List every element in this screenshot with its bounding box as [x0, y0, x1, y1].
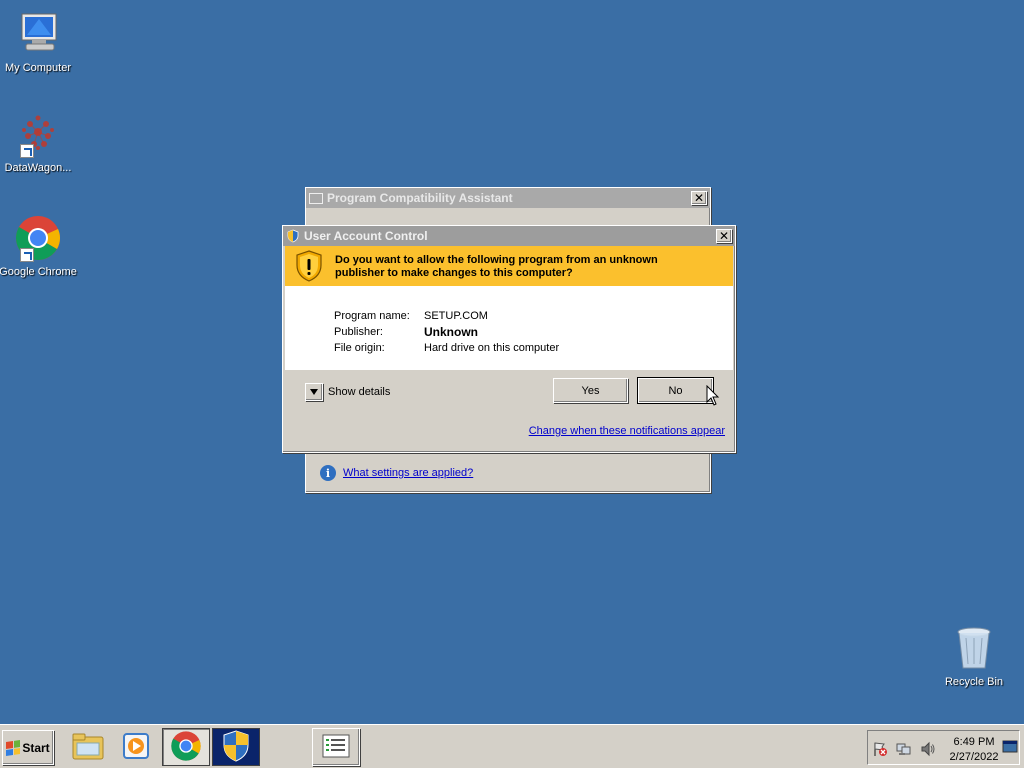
- system-tray: 6:49 PM 2/27/2022: [867, 730, 1020, 765]
- folder-icon: [71, 731, 105, 764]
- recycle-bin-icon: [950, 624, 998, 672]
- taskbar-media-player[interactable]: [112, 728, 160, 766]
- shortcut-arrow-icon: [20, 144, 34, 158]
- show-desktop-icon[interactable]: [1002, 740, 1018, 756]
- uac-title: User Account Control: [304, 229, 428, 243]
- network-icon[interactable]: [896, 741, 912, 757]
- desktop-icon-my-computer[interactable]: My Computer: [0, 10, 78, 74]
- show-details-label: Show details: [328, 386, 391, 398]
- desktop-icon-datawagon[interactable]: DataWagon...: [0, 110, 78, 174]
- window-app-icon: [309, 192, 323, 204]
- desktop-icon-label: DataWagon...: [4, 162, 72, 174]
- what-settings-link[interactable]: What settings are applied?: [343, 467, 473, 479]
- desktop-icon-google-chrome[interactable]: Google Chrome: [0, 214, 78, 278]
- volume-icon[interactable]: [920, 741, 936, 757]
- uac-prompt-text: Do you want to allow the following progr…: [335, 254, 658, 279]
- show-details-toggle[interactable]: Show details: [305, 383, 390, 401]
- chrome-icon: [170, 730, 202, 765]
- field-label: File origin:: [334, 342, 385, 354]
- list-icon: [322, 734, 350, 761]
- pca-titlebar[interactable]: Program Compatibility Assistant ✕: [306, 188, 710, 208]
- user-account-control-dialog[interactable]: User Account Control ✕ Do you want to al…: [282, 225, 736, 453]
- pca-title: Program Compatibility Assistant: [327, 191, 513, 205]
- desktop-icon-label: Recycle Bin: [944, 676, 1004, 688]
- field-label: Publisher:: [334, 326, 383, 338]
- shield-icon: [222, 729, 250, 765]
- uac-warning-banner: Do you want to allow the following progr…: [285, 246, 733, 286]
- computer-icon: [14, 10, 62, 58]
- uac-titlebar[interactable]: User Account Control ✕: [283, 226, 735, 246]
- warning-shield-icon: [295, 250, 323, 285]
- taskbar-explorer[interactable]: [64, 728, 112, 766]
- chrome-icon: [14, 214, 62, 262]
- yes-button[interactable]: Yes: [553, 378, 628, 403]
- no-button[interactable]: No: [637, 377, 714, 404]
- start-button[interactable]: Start: [2, 730, 54, 765]
- program-name-row: Program name: SETUP.COM: [334, 308, 733, 324]
- pca-close-button[interactable]: ✕: [691, 191, 707, 205]
- publisher-row: Publisher: Unknown: [334, 324, 733, 340]
- windows-logo-icon: [6, 739, 21, 756]
- desktop-icon-recycle-bin[interactable]: Recycle Bin: [934, 624, 1014, 688]
- file-origin-value: Hard drive on this computer: [424, 342, 560, 354]
- shield-icon: [286, 229, 300, 243]
- action-center-flag-icon[interactable]: [872, 741, 888, 757]
- taskbar: Start 6:49 PM 2/27/2022: [0, 724, 1024, 768]
- info-icon: i: [320, 465, 336, 481]
- field-label: Program name:: [334, 310, 410, 322]
- datawagon-icon: [14, 110, 62, 158]
- program-name-value: SETUP.COM: [424, 310, 488, 322]
- clock[interactable]: 6:49 PM 2/27/2022: [946, 735, 1002, 765]
- file-origin-row: File origin: Hard drive on this computer: [334, 340, 733, 356]
- clock-date: 2/27/2022: [949, 751, 999, 763]
- pca-footer: i What settings are applied?: [320, 465, 473, 481]
- taskbar-chrome[interactable]: [162, 728, 210, 766]
- desktop-icon-label: My Computer: [4, 62, 72, 74]
- clock-time: 6:49 PM: [953, 736, 995, 748]
- program-info-area: Program name: SETUP.COM Publisher: Unkno…: [285, 286, 733, 370]
- mouse-cursor-icon: [706, 384, 720, 407]
- shortcut-arrow-icon: [20, 248, 34, 262]
- publisher-value: Unknown: [424, 325, 478, 339]
- desktop-icon-label: Google Chrome: [0, 266, 77, 278]
- start-label: Start: [22, 740, 50, 755]
- taskbar-uac[interactable]: [212, 728, 260, 766]
- taskbar-list-app[interactable]: [312, 728, 360, 766]
- change-notifications-link[interactable]: Change when these notifications appear: [529, 425, 725, 437]
- chevron-down-icon[interactable]: [305, 383, 323, 401]
- uac-close-button[interactable]: ✕: [716, 229, 732, 243]
- media-player-icon: [121, 731, 151, 764]
